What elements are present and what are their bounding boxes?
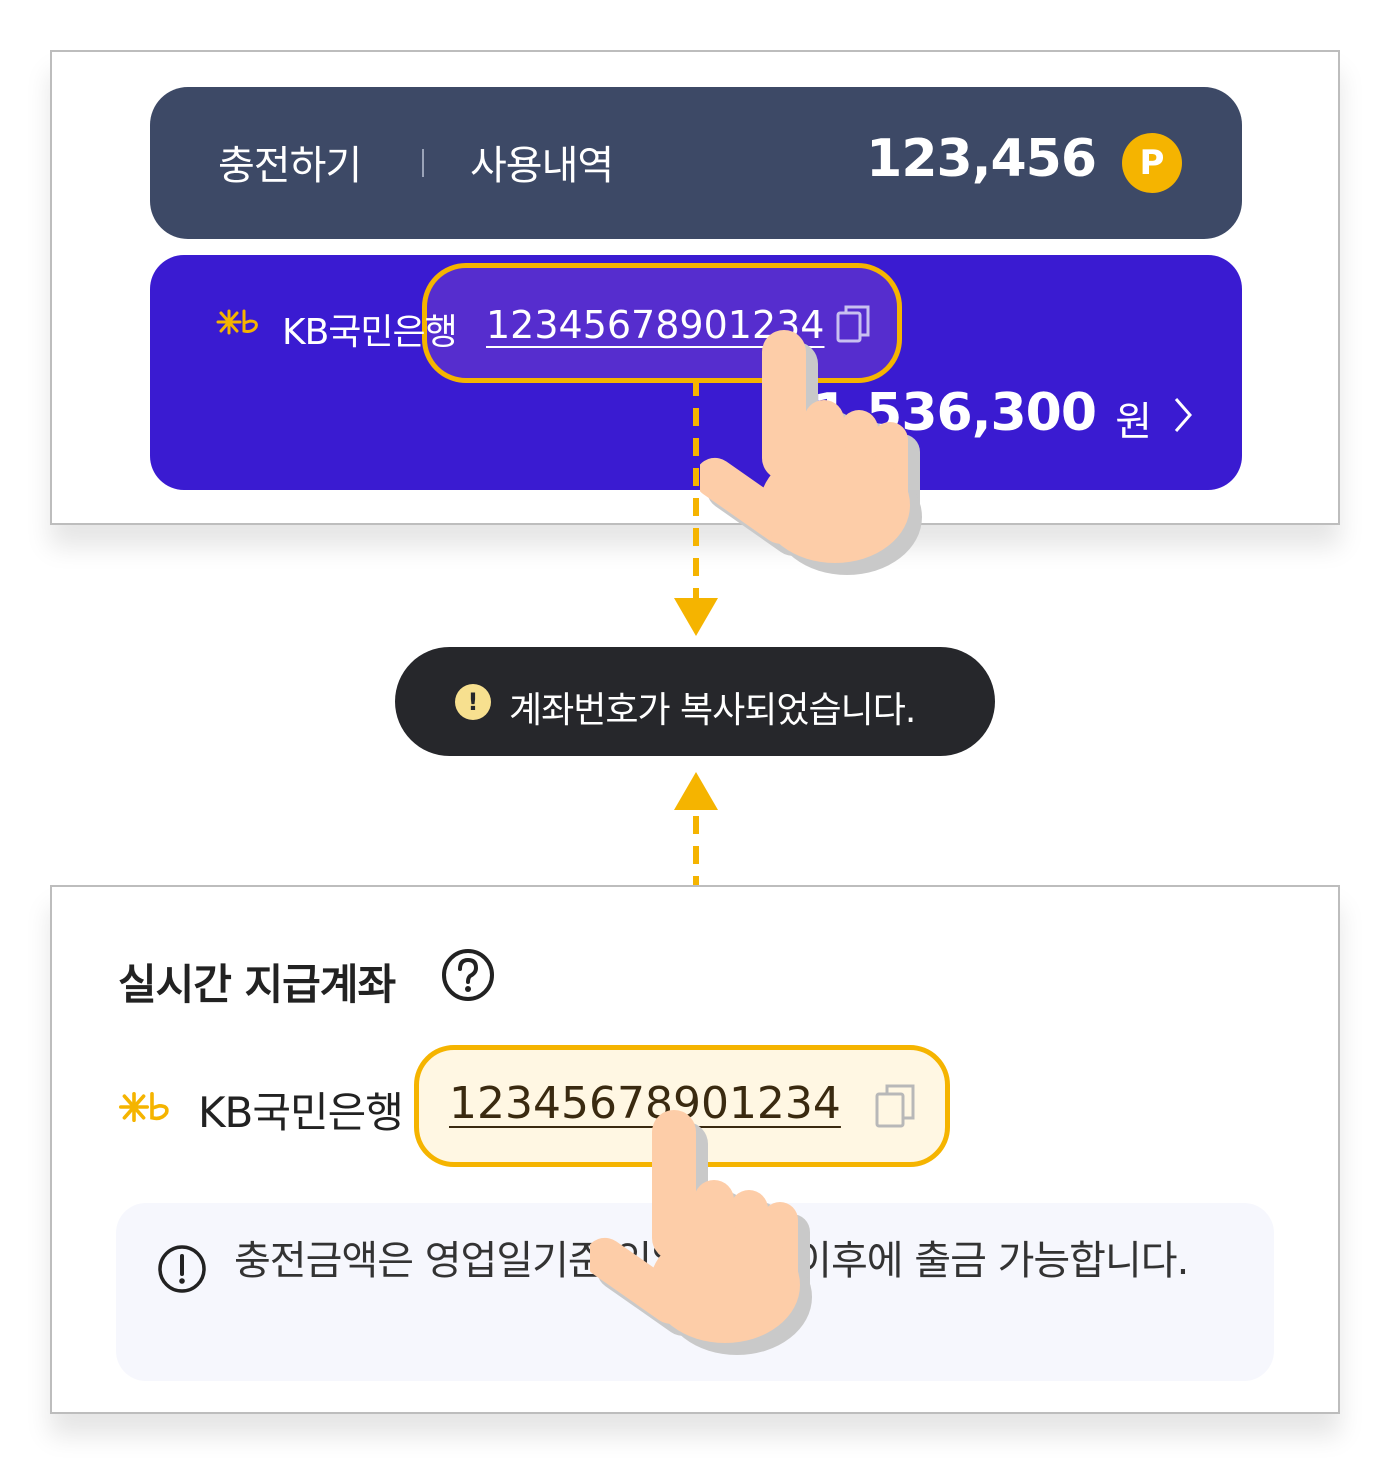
kb-logo-icon [119, 1092, 169, 1122]
pointer-hand-icon [590, 1110, 812, 1355]
tab-divider [422, 149, 424, 177]
arrow-down-icon [674, 378, 718, 636]
currency-label: 원 [1115, 399, 1152, 445]
section-title: 실시간 지급계좌 [118, 960, 396, 1009]
kb-logo-icon [216, 309, 258, 335]
info-icon [158, 1245, 206, 1293]
point-bar: 충전하기 사용내역 123,456 P [150, 87, 1242, 239]
chevron-right-icon[interactable] [1172, 395, 1194, 435]
point-coin-icon: P [1122, 133, 1182, 193]
tab-history[interactable]: 사용내역 [470, 133, 614, 191]
points-value: 123,456 [866, 129, 1097, 189]
alert-icon: ! [455, 684, 491, 720]
toast-message: ! 계좌번호가 복사되었습니다. [395, 647, 995, 756]
pointer-hand-icon [700, 330, 922, 575]
bank-name: KB국민은행 [198, 1088, 404, 1137]
help-icon[interactable] [440, 947, 496, 1003]
copy-icon[interactable] [875, 1084, 915, 1128]
tab-charge[interactable]: 충전하기 [218, 133, 362, 191]
toast-text: 계좌번호가 복사되었습니다. [509, 690, 916, 731]
bank-name: KB국민은행 [282, 312, 458, 353]
